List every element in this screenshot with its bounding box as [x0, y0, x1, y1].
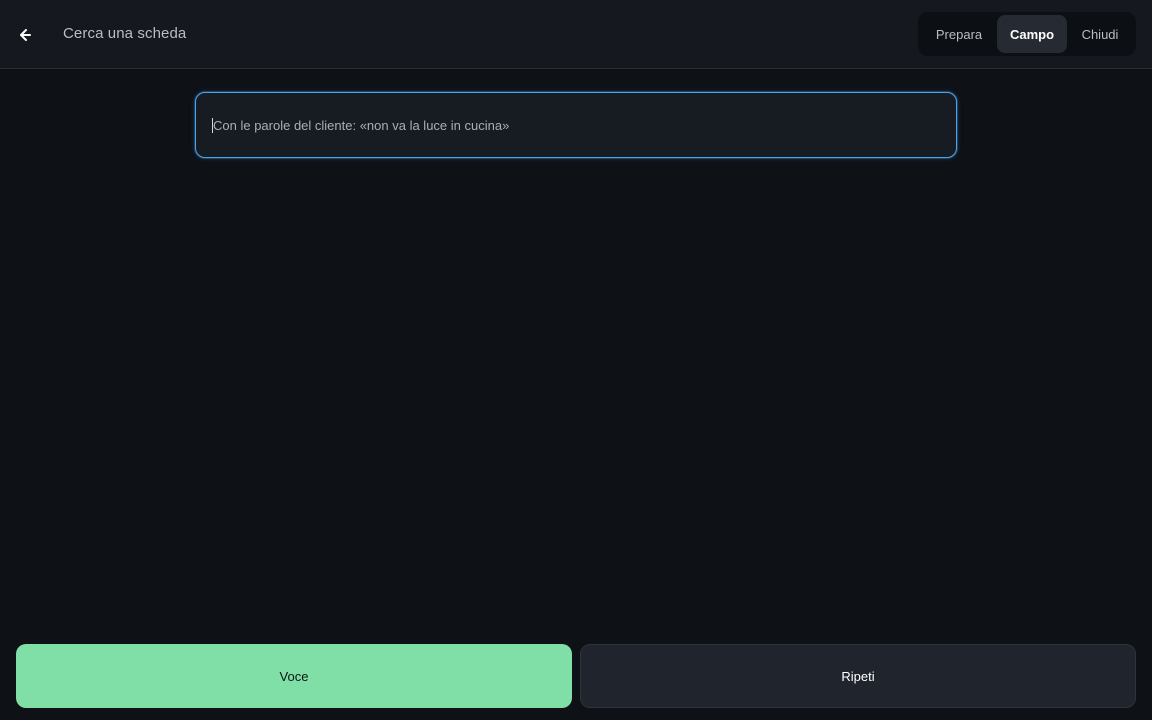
voice-button[interactable]: Voce: [16, 644, 572, 708]
arrow-left-icon: [20, 29, 31, 41]
page-title: Cerca una scheda: [63, 25, 187, 42]
tab-prepara[interactable]: Prepara: [921, 15, 997, 53]
top-bar: Cerca una scheda Prepara Campo Chiudi: [0, 0, 1152, 69]
tab-chiudi[interactable]: Chiudi: [1067, 15, 1133, 53]
tab-campo[interactable]: Campo: [997, 15, 1067, 53]
mode-segmented-control: Prepara Campo Chiudi: [918, 12, 1136, 56]
search-field[interactable]: [195, 92, 957, 158]
app-root: Cerca una scheda Prepara Campo Chiudi Vo…: [0, 0, 1152, 720]
back-button[interactable]: [14, 22, 40, 48]
search-input[interactable]: [213, 93, 956, 157]
repeat-button[interactable]: Ripeti: [580, 644, 1136, 708]
